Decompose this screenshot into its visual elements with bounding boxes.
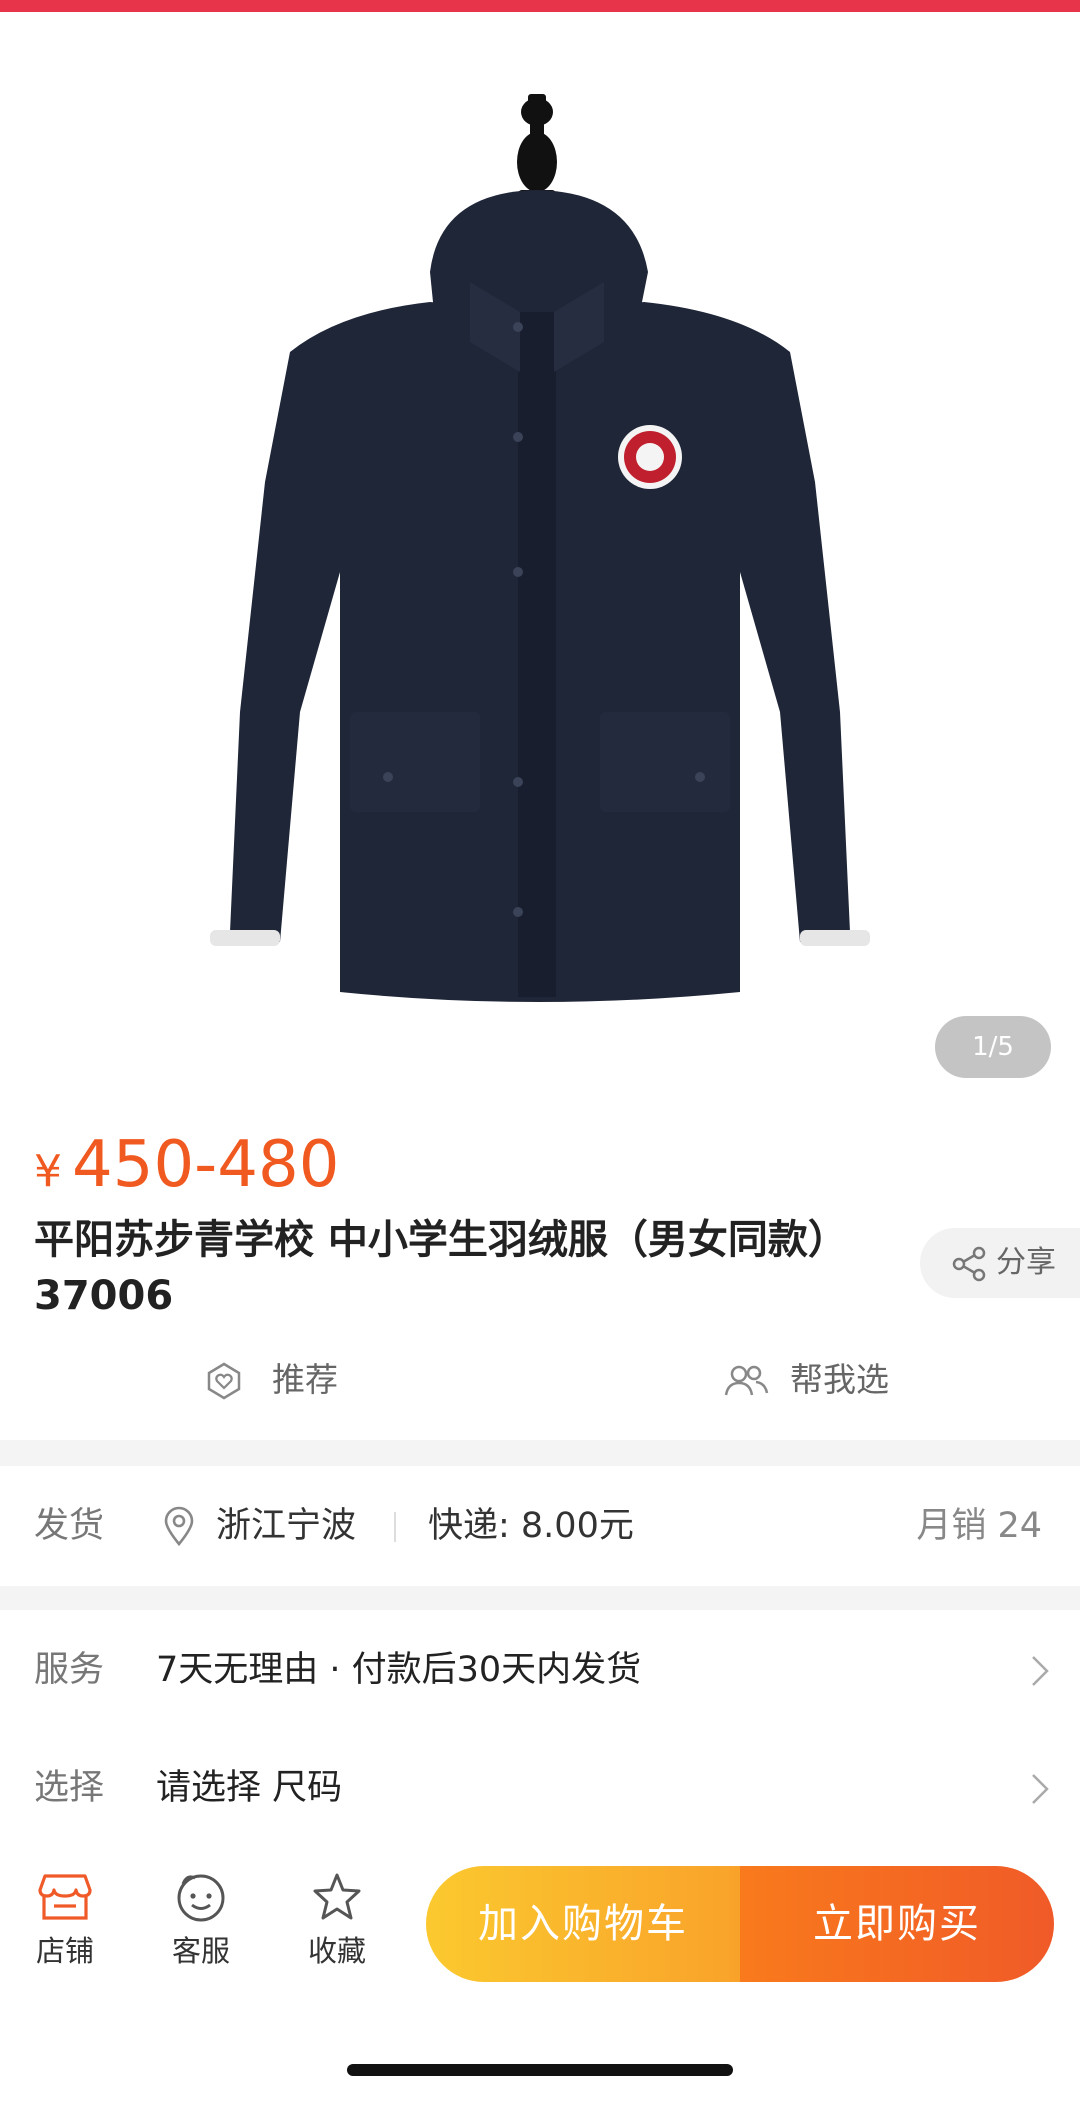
location-pin-icon [164,1506,194,1546]
product-image [210,94,870,1002]
help-choose-button[interactable]: 帮我选 [722,1352,962,1408]
buy-now-button[interactable]: 立即购买 [740,1866,1054,1982]
share-icon [952,1246,986,1282]
status-bar-accent [0,0,1080,12]
section-divider [0,1440,1080,1466]
section-divider [0,1586,1080,1610]
product-title: 平阳苏步青学校 中小学生羽绒服（男女同款） 37006 [34,1217,848,1319]
share-button[interactable]: 分享 [920,1228,1080,1298]
customer-service-label: 客服 [171,1934,230,1968]
select-size-row[interactable]: 选择 请选择 尺码 [0,1758,1080,1822]
home-indicator [347,2064,733,2076]
recommend-label: 推荐 [272,1360,338,1399]
currency-symbol: ¥ [34,1146,62,1197]
separator [394,1512,396,1542]
recommend-icon [207,1362,241,1400]
people-icon [724,1365,769,1396]
select-label: 选择 [34,1768,105,1808]
chevron-right-icon [1032,1774,1049,1804]
store-label: 店铺 [35,1934,94,1968]
service-row[interactable]: 服务 7天无理由 · 付款后30天内发货 [0,1640,1080,1704]
product-image-gallery[interactable]: 1/5 [0,12,1080,1090]
customer-service-button[interactable]: 客服 [156,1872,246,1970]
monthly-sales: 月销 24 [916,1506,1042,1546]
add-to-cart-button[interactable]: 加入购物车 [426,1866,740,1982]
chevron-right-icon [1032,1656,1049,1686]
store-button[interactable]: 店铺 [20,1872,110,1970]
help-choose-label: 帮我选 [790,1360,889,1399]
share-label: 分享 [996,1245,1056,1280]
image-counter: 1/5 [935,1016,1051,1078]
favorite-label: 收藏 [307,1934,366,1968]
shipping-label: 发货 [34,1506,105,1546]
store-icon [38,1874,92,1920]
shipping-row: 发货 浙江宁波 快递: 8.00元 月销 24 [0,1496,1080,1556]
shipping-location: 浙江宁波 [216,1506,357,1546]
service-value: 7天无理由 · 付款后30天内发货 [156,1650,642,1690]
service-label: 服务 [34,1650,105,1690]
shipping-fee: 快递: 8.00元 [428,1506,634,1546]
star-icon [313,1873,361,1920]
recommend-button[interactable]: 推荐 [204,1352,424,1408]
customer-service-icon [177,1874,225,1922]
select-value: 请选择 尺码 [156,1768,343,1808]
price: ¥450-480 [34,1128,339,1208]
favorite-button[interactable]: 收藏 [292,1872,382,1970]
price-value: 450-480 [72,1128,340,1202]
